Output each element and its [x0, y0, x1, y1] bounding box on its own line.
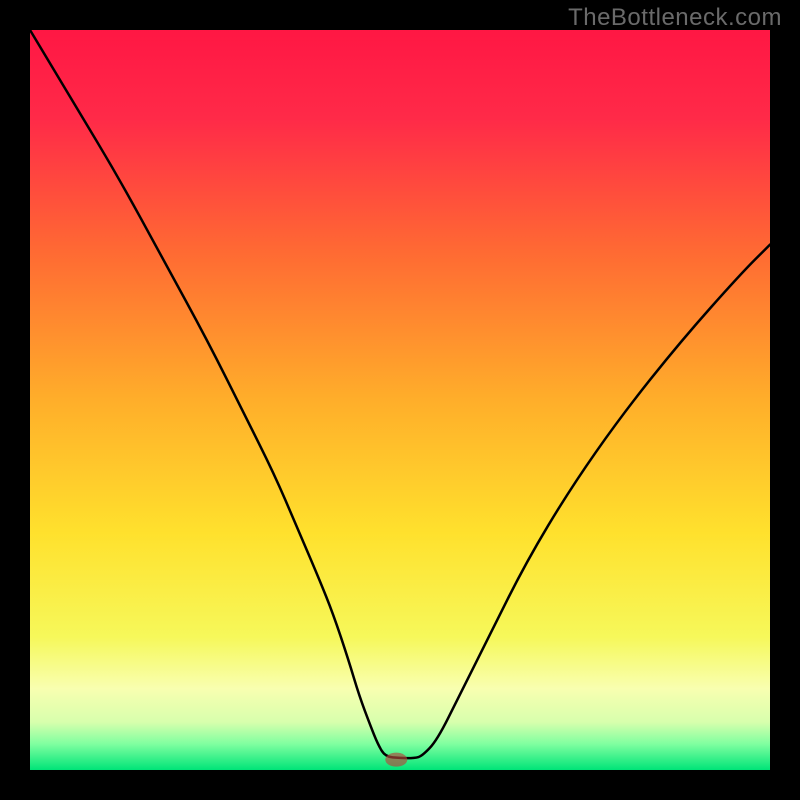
plot-background: [30, 30, 770, 770]
optimal-point-marker: [385, 753, 407, 767]
chart-stage: TheBottleneck.com: [0, 0, 800, 800]
watermark-text: TheBottleneck.com: [568, 4, 782, 32]
chart-svg: [0, 0, 800, 800]
